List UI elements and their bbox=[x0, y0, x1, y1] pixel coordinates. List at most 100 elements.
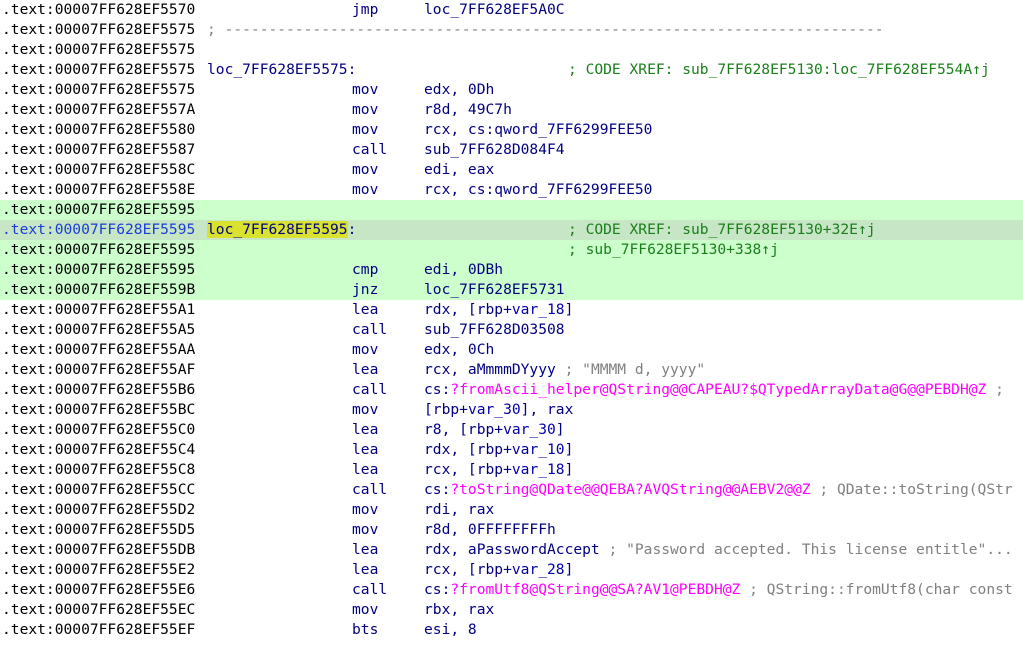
line-address[interactable]: .text:00007FF628EF55EF bbox=[2, 620, 195, 640]
line-address[interactable]: .text:00007FF628EF55AA bbox=[2, 340, 195, 360]
stack-variable[interactable]: var_30 bbox=[503, 421, 556, 438]
line-address[interactable]: .text:00007FF628EF55D5 bbox=[2, 520, 195, 540]
instruction-operands[interactable]: rcx, cs:qword_7FF6299FEE50 bbox=[424, 180, 652, 200]
operand-text[interactable]: rdx, aPasswordAccept bbox=[424, 541, 600, 558]
line-address[interactable]: .text:00007FF628EF55CC bbox=[2, 480, 195, 500]
operand-text[interactable]: r8d, 49C7h bbox=[424, 101, 512, 118]
instruction-operands[interactable]: loc_7FF628EF5A0C bbox=[424, 0, 565, 20]
listing-line[interactable]: .text:00007FF628EF5575 mov edx, 0Dh bbox=[0, 80, 1023, 100]
xref-comment[interactable]: ; CODE XREF: sub_7FF628EF5130:loc_7FF628… bbox=[568, 60, 990, 80]
line-address[interactable]: .text:00007FF628EF557A bbox=[2, 100, 195, 120]
listing-line[interactable]: .text:00007FF628EF55E6 call cs:?fromUtf8@Q… bbox=[0, 580, 1023, 600]
operand-text[interactable]: loc_7FF628EF5A0C bbox=[424, 1, 565, 18]
operand-text[interactable]: r8d, 0FFFFFFFFh bbox=[424, 521, 556, 538]
listing-line[interactable]: .text:00007FF628EF55D2 mov rdi, rax bbox=[0, 500, 1023, 520]
line-address[interactable]: .text:00007FF628EF5595 bbox=[2, 240, 195, 260]
listing-line[interactable]: .text:00007FF628EF55B6 call cs:?fromAscii_… bbox=[0, 380, 1023, 400]
line-address[interactable]: .text:00007FF628EF5587 bbox=[2, 140, 195, 160]
operand-text[interactable]: esi, 8 bbox=[424, 621, 477, 638]
line-address[interactable]: .text:00007FF628EF55C0 bbox=[2, 420, 195, 440]
instruction-operands[interactable]: rcx, aMmmmDYyyy ; "MMMM d, yyyy" bbox=[424, 360, 705, 380]
instruction-operands[interactable]: rdx, aPasswordAccept ; "Password accepte… bbox=[424, 540, 1013, 560]
listing-line[interactable]: .text:00007FF628EF5575 bbox=[0, 40, 1023, 60]
instruction-operands[interactable]: edx, 0Dh bbox=[424, 80, 494, 100]
listing-line[interactable]: .text:00007FF628EF55EC mov rbx, rax bbox=[0, 600, 1023, 620]
operand-text[interactable]: edi, eax bbox=[424, 161, 494, 178]
listing-line[interactable]: .text:00007FF628EF5580 mov rcx, cs:qword_7… bbox=[0, 120, 1023, 140]
operand-text[interactable]: rcx, [rbp+ bbox=[424, 461, 512, 478]
listing-line[interactable]: .text:00007FF628EF55AA mov edx, 0Ch bbox=[0, 340, 1023, 360]
line-address[interactable]: .text:00007FF628EF5575 bbox=[2, 60, 195, 80]
listing-line[interactable]: .text:00007FF628EF55DB lea rdx, aPasswordA… bbox=[0, 540, 1023, 560]
line-address[interactable]: .text:00007FF628EF55DB bbox=[2, 540, 195, 560]
line-address[interactable]: .text:00007FF628EF558C bbox=[2, 160, 195, 180]
stack-variable[interactable]: var_30 bbox=[468, 401, 521, 418]
instruction-operands[interactable]: rcx, [rbp+var_18] bbox=[424, 460, 573, 480]
operand-text[interactable]: rdx, [rbp+ bbox=[424, 441, 512, 458]
line-address[interactable]: .text:00007FF628EF5575 bbox=[2, 80, 195, 100]
line-address[interactable]: .text:00007FF628EF5595 bbox=[2, 220, 195, 240]
imported-function[interactable]: ?fromAscii_helper@QString@@CAPEAU?$QType… bbox=[450, 381, 986, 398]
imported-function[interactable]: ?toString@QDate@@QEBA?AVQString@@AEBV2@@… bbox=[450, 481, 810, 498]
instruction-operands[interactable]: cs:?fromAscii_helper@QString@@CAPEAU?$QT… bbox=[424, 380, 1004, 400]
disassembly-listing[interactable]: .text:00007FF628EF5570 jmp loc_7FF628EF5A0… bbox=[0, 0, 1023, 649]
operand-text[interactable]: sub_7FF628D03508 bbox=[424, 321, 565, 338]
operand-text[interactable]: cs: bbox=[424, 481, 450, 498]
listing-line[interactable]: .text:00007FF628EF5595 bbox=[0, 200, 1023, 220]
operand-text[interactable]: rdx, [rbp+ bbox=[424, 301, 512, 318]
operand-text[interactable]: sub_7FF628D084F4 bbox=[424, 141, 565, 158]
operand-text[interactable]: edx, 0Ch bbox=[424, 341, 494, 358]
instruction-operands[interactable]: sub_7FF628D03508 bbox=[424, 320, 565, 340]
xref-comment[interactable]: ; CODE XREF: sub_7FF628EF5130+32E↑j bbox=[568, 220, 876, 240]
operand-text[interactable]: rcx, [rbp+ bbox=[424, 561, 512, 578]
line-address[interactable]: .text:00007FF628EF55AF bbox=[2, 360, 195, 380]
line-address[interactable]: .text:00007FF628EF559B bbox=[2, 280, 195, 300]
line-address[interactable]: .text:00007FF628EF55BC bbox=[2, 400, 195, 420]
xref-comment[interactable]: ; sub_7FF628EF5130+338↑j bbox=[568, 240, 779, 260]
listing-line[interactable]: .text:00007FF628EF558E mov rcx, cs:qword_7… bbox=[0, 180, 1023, 200]
operand-text[interactable]: loc_7FF628EF5731 bbox=[424, 281, 565, 298]
line-address[interactable]: .text:00007FF628EF5595 bbox=[2, 260, 195, 280]
instruction-operands[interactable]: cs:?toString@QDate@@QEBA?AVQString@@AEBV… bbox=[424, 480, 1013, 500]
line-address[interactable]: .text:00007FF628EF55B6 bbox=[2, 380, 195, 400]
listing-line[interactable]: .text:00007FF628EF55C4 lea rdx, [rbp+var_1… bbox=[0, 440, 1023, 460]
operand-text[interactable]: [rbp+ bbox=[424, 401, 468, 418]
listing-line[interactable]: .text:00007FF628EF55EF bts esi, 8 bbox=[0, 620, 1023, 640]
stack-variable[interactable]: var_28 bbox=[512, 561, 565, 578]
line-address[interactable]: .text:00007FF628EF558E bbox=[2, 180, 195, 200]
line-address[interactable]: .text:00007FF628EF55C4 bbox=[2, 440, 195, 460]
listing-line[interactable]: .text:00007FF628EF55E2 lea rcx, [rbp+var_2… bbox=[0, 560, 1023, 580]
line-address[interactable]: .text:00007FF628EF55A5 bbox=[2, 320, 195, 340]
instruction-operands[interactable]: rcx, [rbp+var_28] bbox=[424, 560, 573, 580]
listing-line[interactable]: .text:00007FF628EF5595 cmp edi, 0DBh bbox=[0, 260, 1023, 280]
instruction-operands[interactable]: sub_7FF628D084F4 bbox=[424, 140, 565, 160]
instruction-operands[interactable]: rdx, [rbp+var_10] bbox=[424, 440, 573, 460]
listing-line[interactable]: .text:00007FF628EF55BC mov [rbp+var_30], r… bbox=[0, 400, 1023, 420]
listing-line[interactable]: .text:00007FF628EF55C8 lea rcx, [rbp+var_1… bbox=[0, 460, 1023, 480]
code-label[interactable]: loc_7FF628EF5595: bbox=[207, 220, 356, 240]
instruction-operands[interactable]: r8d, 0FFFFFFFFh bbox=[424, 520, 556, 540]
imported-function[interactable]: ?fromUtf8@QString@@SA?AV1@PEBDH@Z bbox=[450, 581, 740, 598]
operand-text[interactable]: r8, [rbp+ bbox=[424, 421, 503, 438]
instruction-operands[interactable]: edi, eax bbox=[424, 160, 494, 180]
operand-text[interactable]: rcx, cs:qword_7FF6299FEE50 bbox=[424, 121, 652, 138]
instruction-operands[interactable]: edi, 0DBh bbox=[424, 260, 503, 280]
stack-variable[interactable]: var_10 bbox=[512, 441, 565, 458]
instruction-operands[interactable]: rdi, rax bbox=[424, 500, 494, 520]
operand-text[interactable]: edx, 0Dh bbox=[424, 81, 494, 98]
operand-text[interactable]: cs: bbox=[424, 581, 450, 598]
line-address[interactable]: .text:00007FF628EF55E2 bbox=[2, 560, 195, 580]
listing-line[interactable]: .text:00007FF628EF5575 ; ----------------… bbox=[0, 20, 1023, 40]
line-address[interactable]: .text:00007FF628EF55C8 bbox=[2, 460, 195, 480]
line-address[interactable]: .text:00007FF628EF55D2 bbox=[2, 500, 195, 520]
listing-line[interactable]: .text:00007FF628EF558C mov edi, eax bbox=[0, 160, 1023, 180]
stack-variable[interactable]: var_18 bbox=[512, 461, 565, 478]
listing-line[interactable]: .text:00007FF628EF5595 loc_7FF628EF5595:;… bbox=[0, 220, 1023, 240]
listing-line[interactable]: .text:00007FF628EF55C0 lea r8, [rbp+var_30… bbox=[0, 420, 1023, 440]
line-address[interactable]: .text:00007FF628EF55A1 bbox=[2, 300, 195, 320]
instruction-operands[interactable]: esi, 8 bbox=[424, 620, 477, 640]
operand-text[interactable]: cs: bbox=[424, 381, 450, 398]
operand-text[interactable]: edi, 0DBh bbox=[424, 261, 503, 278]
listing-line[interactable]: .text:00007FF628EF55A1 lea rdx, [rbp+var_1… bbox=[0, 300, 1023, 320]
listing-line[interactable]: .text:00007FF628EF559B jnz loc_7FF628EF573… bbox=[0, 280, 1023, 300]
